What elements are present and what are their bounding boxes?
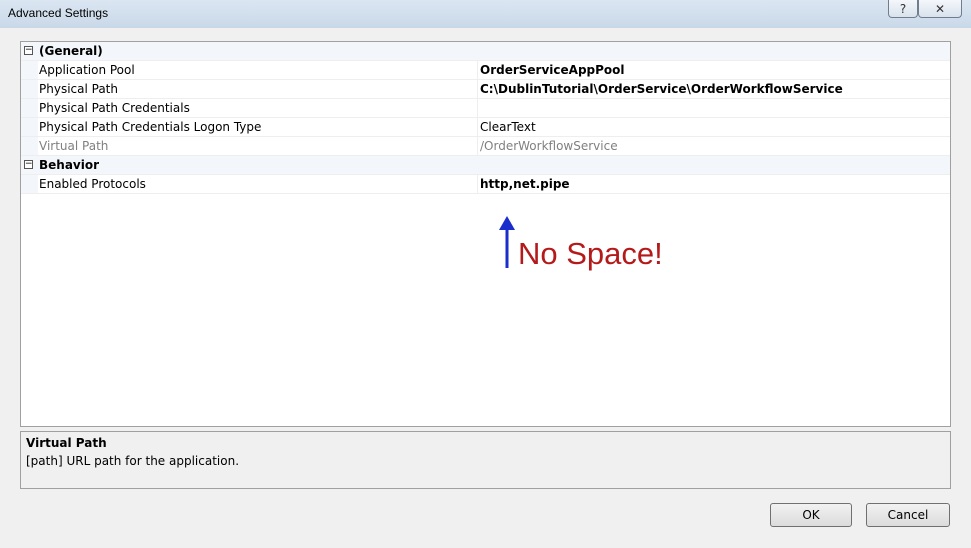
property-row-application-pool[interactable]: Application Pool OrderServiceAppPool — [21, 61, 950, 80]
property-name: Application Pool — [39, 63, 135, 77]
help-icon: ? — [899, 1, 907, 16]
property-name: Virtual Path — [39, 139, 109, 153]
description-panel: Virtual Path [path] URL path for the app… — [20, 431, 951, 489]
property-row-physical-path[interactable]: Physical Path C:\DublinTutorial\OrderSer… — [21, 80, 950, 99]
property-value[interactable]: http,net.pipe — [480, 177, 570, 191]
property-grid: − (General) Application Pool OrderServic… — [20, 41, 951, 427]
property-row-logon-type[interactable]: Physical Path Credentials Logon Type Cle… — [21, 118, 950, 137]
category-behavior[interactable]: − Behavior — [21, 156, 950, 175]
annotation-text: No Space! — [518, 236, 663, 271]
category-label: Behavior — [39, 158, 100, 172]
description-text: [path] URL path for the application. — [26, 454, 240, 468]
description-title: Virtual Path — [26, 436, 107, 450]
close-icon: ✕ — [934, 1, 946, 16]
property-value[interactable]: C:\DublinTutorial\OrderService\OrderWork… — [480, 82, 843, 96]
ok-button[interactable]: OK — [770, 503, 852, 527]
column-divider — [477, 80, 478, 99]
dialog-body: − (General) Application Pool OrderServic… — [0, 28, 971, 548]
property-row-virtual-path[interactable]: Virtual Path /OrderWorkflowService — [21, 137, 950, 156]
up-arrow-icon — [499, 216, 515, 268]
close-button[interactable]: ✕ — [918, 0, 962, 18]
property-name: Physical Path — [39, 82, 118, 96]
category-general[interactable]: − (General) — [21, 42, 950, 61]
row-gutter — [21, 61, 38, 79]
column-divider — [477, 118, 478, 137]
row-gutter — [21, 99, 38, 117]
row-gutter — [21, 118, 38, 136]
dialog-title: Advanced Settings — [8, 6, 109, 20]
collapse-icon[interactable]: − — [24, 160, 33, 169]
row-gutter — [21, 175, 38, 193]
property-value[interactable]: ClearText — [480, 120, 536, 134]
column-divider — [477, 61, 478, 80]
row-gutter — [21, 137, 38, 155]
help-button[interactable]: ? — [888, 0, 918, 18]
column-divider — [477, 137, 478, 156]
cancel-label: Cancel — [887, 508, 929, 522]
collapse-icon[interactable]: − — [24, 46, 33, 55]
property-row-enabled-protocols[interactable]: Enabled Protocols http,net.pipe — [21, 175, 950, 194]
property-name: Physical Path Credentials — [39, 101, 190, 115]
ok-label: OK — [802, 508, 820, 522]
advanced-settings-dialog: Advanced Settings ? ✕ − (General) Applic… — [0, 0, 971, 548]
column-divider — [477, 175, 478, 194]
title-bar[interactable]: Advanced Settings ? ✕ — [0, 0, 971, 28]
column-divider — [477, 99, 478, 118]
property-row-physical-path-credentials[interactable]: Physical Path Credentials — [21, 99, 950, 118]
cancel-button[interactable]: Cancel — [866, 503, 950, 527]
property-value[interactable]: OrderServiceAppPool — [480, 63, 625, 77]
row-gutter — [21, 80, 38, 98]
property-value: /OrderWorkflowService — [480, 139, 618, 153]
property-name: Enabled Protocols — [39, 177, 146, 191]
category-label: (General) — [39, 44, 103, 58]
property-name: Physical Path Credentials Logon Type — [39, 120, 262, 134]
